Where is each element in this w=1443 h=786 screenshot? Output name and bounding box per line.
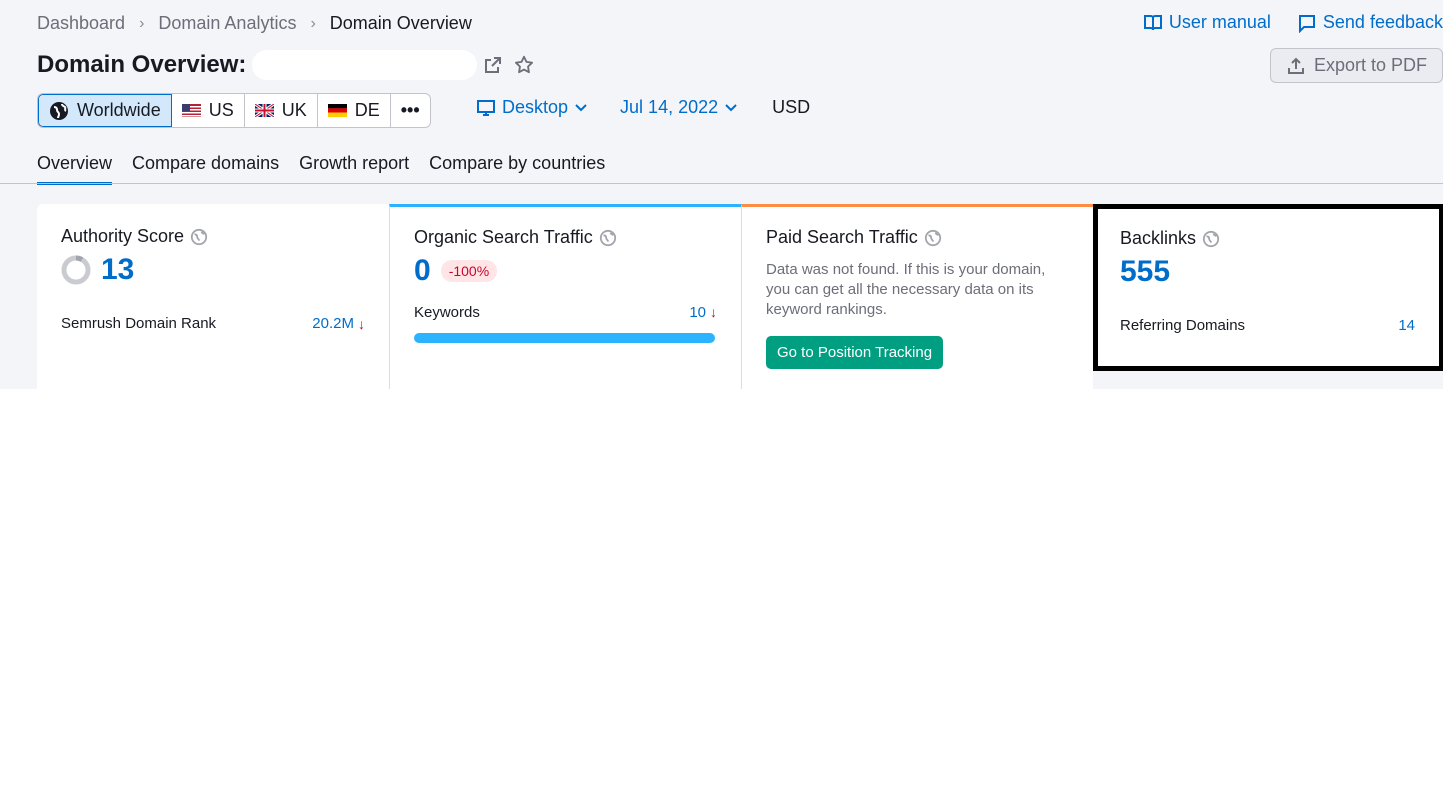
user-manual-link[interactable]: User manual — [1143, 12, 1271, 33]
tab-divider — [0, 183, 1443, 184]
currency-label: USD — [772, 97, 811, 117]
paid-traffic-title: Paid Search Traffic — [766, 227, 918, 247]
uk-flag-icon — [254, 104, 274, 117]
domain-rank-value-link[interactable]: 20.2M ↓ — [312, 315, 365, 332]
authority-score-value: 13 — [101, 253, 135, 286]
top-links: User manual Send feedback — [1143, 12, 1443, 33]
device-dropdown[interactable]: Desktop — [476, 97, 588, 118]
redacted-domain — [252, 50, 478, 80]
keywords-value: 10 — [689, 304, 706, 321]
more-databases-button[interactable]: ••• — [391, 94, 430, 127]
us-flag-icon — [181, 104, 201, 117]
organic-change-badge: -100% — [440, 260, 498, 282]
tab-compare-domains[interactable]: Compare domains — [132, 153, 279, 185]
date-dropdown[interactable]: Jul 14, 2022 — [620, 97, 738, 118]
backlinks-card: Backlinks 555 Referring Domains 14 — [1093, 204, 1443, 371]
header-area: Dashboard › Domain Analytics › Domain Ov… — [0, 0, 1443, 389]
globe-icon — [50, 101, 68, 120]
authority-donut-icon — [61, 255, 91, 285]
star-icon[interactable] — [513, 54, 535, 76]
summary-cards: Authority Score 13 Semrush Domain Rank 2… — [37, 204, 1443, 389]
db-us-label: US — [208, 100, 234, 120]
chevron-down-icon — [725, 103, 737, 111]
tab-growth-report[interactable]: Growth report — [299, 153, 409, 185]
page-title-text: Domain Overview: — [37, 51, 247, 78]
db-uk[interactable]: UK — [245, 94, 318, 127]
breadcrumb-domain-analytics[interactable]: Domain Analytics — [158, 13, 296, 34]
desktop-icon — [477, 99, 495, 116]
keywords-label: Keywords — [414, 304, 480, 321]
send-feedback-link[interactable]: Send feedback — [1297, 12, 1443, 33]
referring-domains-label: Referring Domains — [1120, 317, 1246, 334]
globe-info-icon[interactable] — [924, 229, 942, 247]
authority-score-card: Authority Score 13 Semrush Domain Rank 2… — [37, 204, 389, 389]
chevron-right-icon: › — [310, 14, 316, 32]
db-us[interactable]: US — [172, 94, 245, 127]
page-title: Domain Overview: — [37, 50, 535, 80]
globe-info-icon[interactable] — [599, 229, 617, 247]
backlinks-title: Backlinks — [1120, 228, 1197, 248]
paid-no-data-message: Data was not found. If this is your doma… — [766, 261, 1046, 318]
globe-info-icon[interactable] — [1202, 230, 1220, 248]
referring-domains-value[interactable]: 14 — [1398, 317, 1415, 334]
db-worldwide[interactable]: Worldwide — [38, 94, 172, 127]
position-tracking-button[interactable]: Go to Position Tracking — [766, 336, 944, 369]
tab-bar: Overview Compare domains Growth report C… — [37, 153, 605, 185]
organic-traffic-value[interactable]: 0 — [414, 254, 431, 288]
db-de-label: DE — [354, 100, 380, 120]
device-label: Desktop — [502, 97, 569, 117]
more-label: ••• — [400, 100, 420, 120]
arrow-down-icon: ↓ — [358, 315, 365, 332]
arrow-down-icon: ↓ — [710, 304, 717, 320]
export-pdf-label: Export to PDF — [1313, 55, 1428, 75]
date-label: Jul 14, 2022 — [620, 97, 719, 117]
db-uk-label: UK — [281, 100, 307, 120]
tab-compare-by-countries[interactable]: Compare by countries — [429, 153, 605, 185]
tab-overview[interactable]: Overview — [37, 153, 113, 185]
organic-traffic-title: Organic Search Traffic — [414, 227, 593, 247]
external-link-icon[interactable] — [483, 55, 503, 75]
chevron-right-icon: › — [139, 14, 145, 32]
breadcrumb-domain-overview: Domain Overview — [329, 13, 472, 33]
user-manual-label: User manual — [1168, 12, 1271, 32]
send-feedback-label: Send feedback — [1322, 12, 1443, 32]
domain-rank-value: 20.2M — [312, 315, 354, 332]
feedback-icon — [1298, 14, 1315, 33]
keywords-value-link[interactable]: 10 ↓ — [689, 304, 717, 321]
keywords-bar — [414, 333, 715, 343]
breadcrumb-dashboard[interactable]: Dashboard — [37, 13, 125, 34]
domain-rank-label: Semrush Domain Rank — [61, 315, 217, 332]
globe-info-icon[interactable] — [190, 228, 208, 246]
backlinks-value[interactable]: 555 — [1120, 255, 1170, 289]
de-flag-icon — [327, 104, 347, 117]
book-icon — [1143, 14, 1162, 30]
export-pdf-button[interactable]: Export to PDF — [1270, 48, 1443, 83]
paid-traffic-card: Paid Search Traffic Data was not found. … — [741, 204, 1093, 389]
filters: Desktop Jul 14, 2022 USD — [476, 97, 810, 118]
upload-icon — [1287, 57, 1304, 74]
database-selector: Worldwide US UK DE ••• — [37, 93, 431, 128]
authority-score-title: Authority Score — [61, 226, 185, 246]
db-worldwide-label: Worldwide — [77, 100, 161, 120]
organic-traffic-card: Organic Search Traffic 0 -100% Keywords … — [389, 204, 741, 389]
breadcrumb: Dashboard › Domain Analytics › Domain Ov… — [37, 13, 472, 34]
db-de[interactable]: DE — [318, 94, 391, 127]
chevron-down-icon — [575, 103, 587, 111]
